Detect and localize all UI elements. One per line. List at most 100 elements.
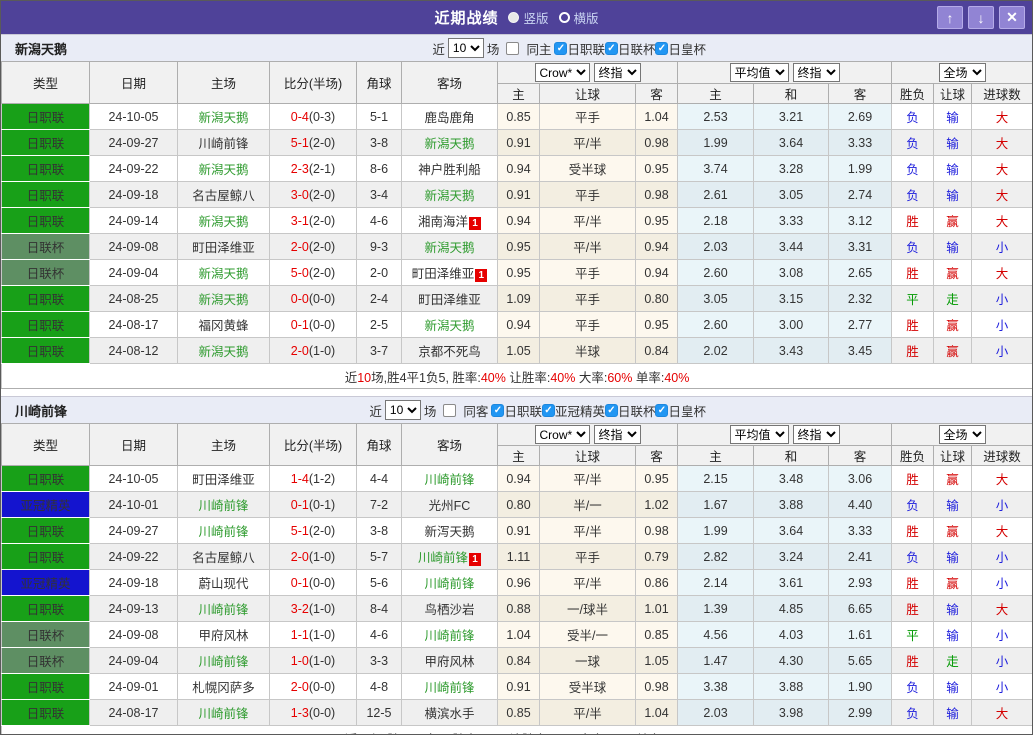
home-team-cell: 町田泽维亚 [177,233,270,260]
layout-radio-vertical[interactable]: 竖版 [508,8,549,27]
away-team-cell: 京都不死鸟 [401,337,498,364]
match-type-cell: 日职联 [1,155,90,182]
corner-cell: 5-7 [356,543,402,570]
away-team-cell: 湘南海洋 1 [401,207,498,234]
match-count-select[interactable]: 10 [384,400,421,420]
home-team-name: 新潟天鹅 [198,293,249,307]
avg-home-odds-cell: 1.39 [677,595,754,622]
crow-away-odds-cell: 1.01 [635,595,678,622]
result-handicap-cell: 输 [933,233,973,260]
col-type: 类型 [1,423,90,466]
crow-home-odds-cell: 1.09 [497,285,540,312]
scope-select[interactable]: 全场 [938,425,986,444]
checked-checkbox-icon[interactable] [655,403,669,417]
result-goals-cell: 小 [971,311,1032,338]
checked-checkbox-icon[interactable] [541,403,555,417]
checked-checkbox-icon[interactable] [554,41,568,55]
corner-cell: 2-4 [356,285,402,312]
match-row: 日职联 24-09-22 名古屋鲸八 2-0(1-0) 5-7 川崎前锋 1 1.11 平手 0.… [1,543,1032,570]
result-handicap-cell: 输 [933,103,973,130]
league-filter-item[interactable]: 日职联 [554,39,605,58]
avg-time-select[interactable]: 终指 [792,63,840,82]
close-button[interactable]: ✕ [999,6,1025,29]
home-team-cell: 川崎前锋 [177,595,270,622]
avg-draw-odds-cell: 3.88 [753,673,829,700]
league-filter-item[interactable]: 日皇杯 [655,401,706,420]
summary-value: 60% [607,370,633,385]
match-row: 亚冠精英 24-10-01 川崎前锋 0-1(0-1) 7-2 光州FC 0.80 半/一 1.… [1,491,1032,518]
corner-cell: 8-6 [356,155,402,182]
avg-time-select[interactable]: 终指 [792,425,840,444]
result-goals-cell: 大 [971,103,1032,130]
move-up-button[interactable]: ↑ [937,6,963,29]
home-team-cell: 新潟天鹅 [177,337,270,364]
match-date-cell: 24-09-27 [89,129,178,156]
league-filter-item[interactable]: 日联杯 [604,401,655,420]
score-cell: 0-4(0-3) [269,103,357,130]
score-cell: 3-2(1-0) [269,595,357,622]
fulltime-score: 0-4 [290,109,309,124]
corner-cell: 4-6 [356,207,402,234]
result-winlose-cell: 负 [891,181,935,208]
home-team-name: 町田泽维亚 [192,473,255,487]
crow-handicap-cell: 平/半 [539,699,636,726]
halftime-score: (2-0) [308,135,336,150]
match-date-cell: 24-09-22 [89,543,178,570]
checked-checkbox-icon[interactable] [655,41,669,55]
checked-checkbox-icon[interactable] [491,403,505,417]
col-date: 日期 [89,423,178,466]
odds-time-select[interactable]: 终指 [593,425,641,444]
avg-home-odds-cell: 2.61 [677,181,754,208]
result-winlose-cell: 负 [891,155,935,182]
odds-source-group: Crow* 终指 [497,423,678,446]
checked-checkbox-icon[interactable] [604,403,618,417]
crow-handicap-cell: 平手 [539,259,636,286]
result-handicap-cell: 输 [933,543,973,570]
away-team-name: 光州FC [428,499,471,513]
halftime-score: (1-0) [308,343,336,358]
crow-home-odds-cell: 0.91 [497,129,540,156]
halftime-score: (2-0) [308,265,336,280]
match-date-cell: 24-10-05 [89,465,178,492]
odds-time-select[interactable]: 终指 [593,63,641,82]
red-card-badge: 1 [475,269,488,282]
sub-col-header: 进球数 [971,83,1032,104]
result-winlose-cell: 胜 [891,465,935,492]
odds-source-select[interactable]: Crow* [534,425,590,444]
league-filter-item[interactable]: 日皇杯 [655,39,706,58]
odds-source-select[interactable]: Crow* [534,63,590,82]
avg-source-select[interactable]: 平均值 [729,425,789,444]
league-filter-item[interactable]: 亚冠精英 [541,401,605,420]
match-type-cell: 日职联 [1,311,90,338]
match-row: 日职联 24-09-27 川崎前锋 5-1(2-0) 3-8 新泻天鹅 0.91 平/半 0.9… [1,517,1032,544]
avg-source-select[interactable]: 平均值 [729,63,789,82]
avg-away-odds-cell: 2.77 [827,311,893,338]
halftime-score: (2-1) [308,161,336,176]
crow-handicap-cell: 平手 [539,285,636,312]
checked-checkbox-icon[interactable] [604,41,618,55]
radio-selected-icon[interactable] [508,12,520,23]
score-cell: 0-0(0-0) [269,285,357,312]
match-date-cell: 24-10-01 [89,491,178,518]
same-venue-checkbox[interactable] [506,41,520,55]
home-team-cell: 新潟天鹅 [177,103,270,130]
same-venue-checkbox[interactable] [443,403,457,417]
match-row: 日职联 24-09-22 新潟天鹅 2-3(2-1) 8-6 神户胜利船 0.94 受半球 0.… [1,155,1032,182]
away-team-cell: 新潟天鹅 [401,129,498,156]
result-handicap-cell: 赢 [933,259,973,286]
match-count-select[interactable]: 10 [447,38,484,58]
avg-draw-odds-cell: 3.05 [753,181,829,208]
col-date: 日期 [89,61,178,104]
league-filter-label: 亚冠精英 [554,404,605,419]
result-goals-cell: 小 [971,285,1032,312]
home-team-cell: 甲府风林 [177,621,270,648]
layout-radio-horizontal[interactable]: 横版 [558,8,599,27]
crow-home-odds-cell: 0.91 [497,181,540,208]
near-label: 近 [369,404,382,419]
scope-select[interactable]: 全场 [938,63,986,82]
league-filter-item[interactable]: 日职联 [491,401,542,420]
move-down-button[interactable]: ↓ [968,6,994,29]
match-date-cell: 24-09-13 [89,595,178,622]
league-filter-item[interactable]: 日联杯 [604,39,655,58]
radio-unselected-icon[interactable] [558,12,570,23]
